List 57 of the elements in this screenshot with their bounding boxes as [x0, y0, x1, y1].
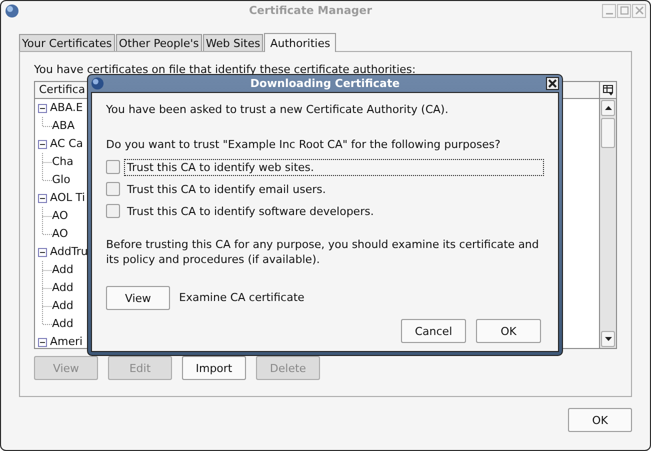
tree-item[interactable]: ABA: [52, 119, 75, 133]
dialog-button[interactable]: OK: [476, 319, 541, 343]
tree-item[interactable]: Add: [52, 317, 74, 331]
tab[interactable]: Other People's: [116, 34, 202, 51]
scroll-up-icon[interactable]: [604, 105, 612, 111]
tree-item[interactable]: Add: [52, 281, 74, 295]
tree-line: [42, 261, 52, 279]
tree-item[interactable]: Cha: [52, 155, 74, 169]
tree-item[interactable]: AC Ca: [50, 137, 83, 151]
tab[interactable]: Web Sites: [202, 34, 264, 51]
tab[interactable]: Authorities: [264, 33, 336, 52]
intro-text: You have been asked to trust a new Certificate Authority (CA).: [106, 102, 450, 117]
scroll-down-icon[interactable]: [604, 336, 612, 342]
tree-item[interactable]: AddTru: [50, 245, 88, 259]
tab[interactable]: Your Certificates: [19, 34, 115, 51]
dialog-title: Downloading Certificate: [249, 77, 401, 90]
checkbox-label[interactable]: Trust this CA to identify software developers.: [124, 202, 377, 220]
tree-item[interactable]: Ameri: [50, 335, 83, 349]
collapse-icon[interactable]: [38, 140, 47, 148]
tree-item[interactable]: Add: [52, 299, 74, 313]
checkbox-label[interactable]: Trust this CA to identify email users.: [124, 180, 329, 198]
minimize-icon: [606, 12, 612, 14]
collapse-icon[interactable]: [38, 248, 47, 256]
tree-item[interactable]: ABA.E: [50, 101, 83, 115]
tree-item[interactable]: Glo: [52, 173, 70, 187]
checkbox[interactable]: [106, 204, 120, 218]
close-button[interactable]: [546, 77, 559, 90]
tree-item[interactable]: AO: [52, 209, 68, 223]
note-text: Before trusting this CA for any purpose, you should examine its certificate and its policy and procedures (if available).: [106, 237, 540, 267]
column-header[interactable]: Certifica: [39, 83, 86, 97]
close-icon: [548, 79, 557, 88]
dialog-button[interactable]: Cancel: [401, 319, 466, 343]
scrollbar[interactable]: [600, 99, 616, 348]
maximize-icon: [620, 6, 628, 15]
tree-item[interactable]: AO: [52, 227, 68, 241]
collapse-icon[interactable]: [38, 104, 47, 112]
scrollbar-thumb[interactable]: [601, 118, 615, 148]
tree-line: [42, 279, 52, 297]
window-title: Certificate Manager: [248, 4, 373, 17]
column-picker-icon[interactable]: [600, 82, 616, 99]
tree-item[interactable]: Add: [52, 263, 74, 277]
globe-icon: [91, 77, 104, 90]
checkbox[interactable]: [106, 160, 120, 174]
tree-line: [42, 117, 52, 127]
view-button[interactable]: View: [106, 286, 170, 310]
ok-button[interactable]: OK: [568, 408, 632, 432]
tree-item[interactable]: AOL Ti: [50, 191, 86, 205]
checkbox-label[interactable]: Trust this CA to identify web sites.: [124, 158, 544, 176]
question-text: Do you want to trust "Example Inc Root CA" for the following purposes?: [106, 137, 502, 152]
globe-icon: [5, 4, 19, 18]
action-button[interactable]: Import: [182, 356, 246, 380]
collapse-icon[interactable]: [38, 194, 47, 202]
close-icon: [634, 6, 644, 15]
view-caption: Examine CA certificate: [179, 291, 304, 305]
description-text: You have certificates on file that identify these certificate authorities:: [34, 62, 417, 77]
checkbox[interactable]: [106, 182, 120, 196]
collapse-icon[interactable]: [38, 338, 47, 346]
